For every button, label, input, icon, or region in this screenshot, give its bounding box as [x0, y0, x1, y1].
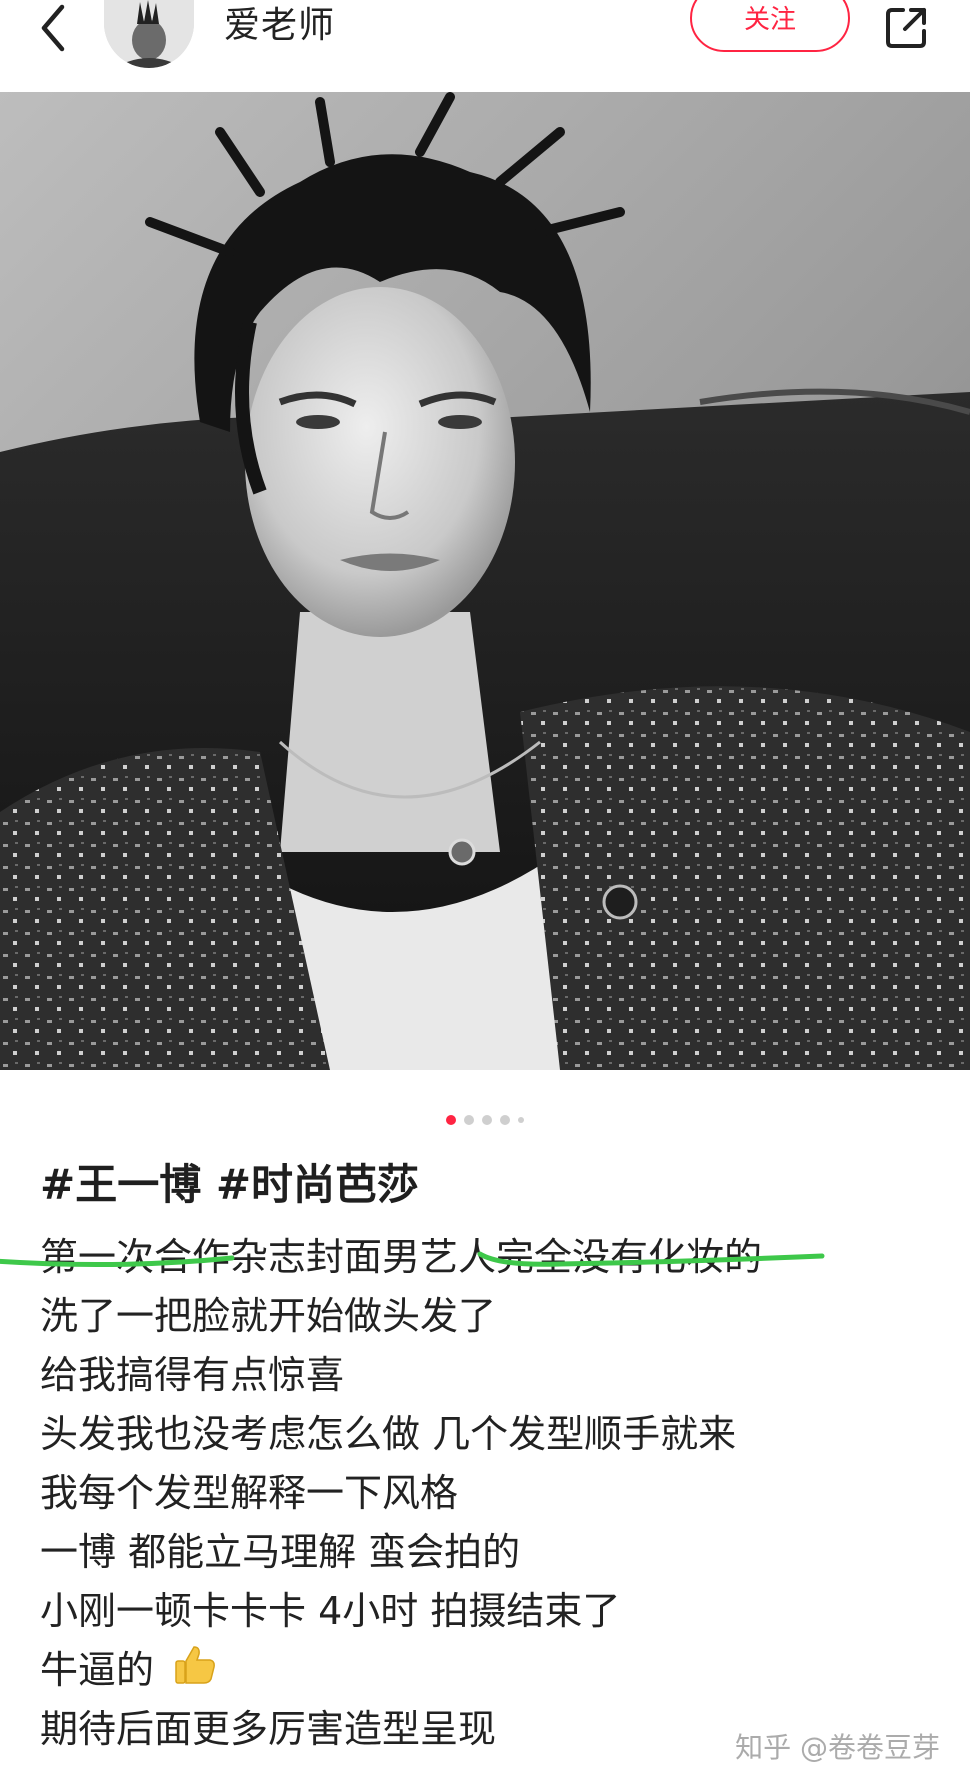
share-icon [886, 8, 926, 48]
post-line-text: 牛逼的 [40, 1648, 155, 1692]
post-line: 头发我也没考虑怎么做 几个发型顺手就来 [40, 1412, 737, 1456]
chevron-left-icon [41, 4, 65, 52]
watermark: 知乎 @卷卷豆芽 [735, 1731, 940, 1764]
post-photo[interactable] [0, 92, 970, 1070]
back-button[interactable] [28, 0, 78, 56]
post-line: 一博 都能立马理解 蛮会拍的 [40, 1530, 521, 1574]
post-line: 第一次合作杂志封面男艺人完全没有化妆的 [40, 1235, 763, 1279]
avatar[interactable] [104, 0, 194, 68]
post-line: 洗了一把脸就开始做头发了 [40, 1294, 497, 1338]
carousel-dot[interactable] [500, 1115, 510, 1125]
top-bar: 爱老师 关注 [0, 0, 970, 92]
carousel-indicator [0, 1110, 970, 1130]
carousel-dot[interactable] [518, 1117, 524, 1123]
carousel-dot[interactable] [464, 1115, 474, 1125]
follow-button[interactable]: 关注 [690, 0, 850, 52]
post-line: 给我搞得有点惊喜 [40, 1353, 345, 1397]
share-button[interactable] [876, 0, 936, 56]
post-line-with-emoji: 牛逼的 [40, 1641, 940, 1700]
post-line: 小刚一顿卡卡卡 4小时 拍摄结束了 [40, 1589, 621, 1633]
thumbs-up-icon [172, 1641, 218, 1704]
username[interactable]: 爱老师 [224, 4, 335, 48]
carousel-dot[interactable] [482, 1115, 492, 1125]
carousel-dot[interactable] [446, 1115, 456, 1125]
post-line: 我每个发型解释一下风格 [40, 1471, 459, 1515]
post-content: #王一博 #时尚芭莎 第一次合作杂志封面男艺人完全没有化妆的 洗了一把脸就开始做… [40, 1150, 940, 1759]
post-tags[interactable]: #王一博 #时尚芭莎 [40, 1150, 940, 1220]
